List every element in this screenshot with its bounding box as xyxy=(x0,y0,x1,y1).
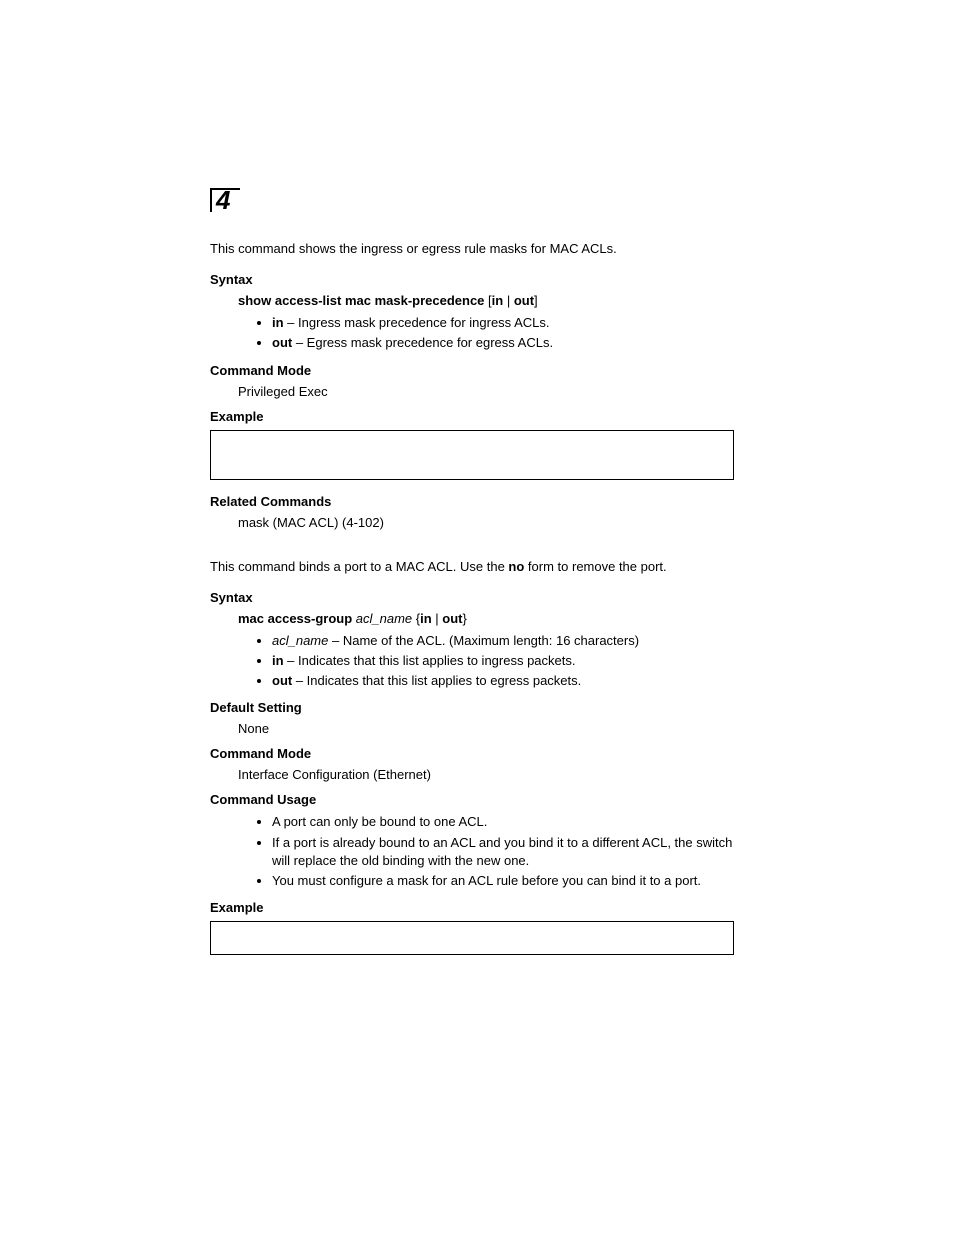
syntax-line: show access-list mac mask-precedence [in… xyxy=(238,293,734,308)
command1-description: This command shows the ingress or egress… xyxy=(210,240,734,258)
related-commands-value: mask (MAC ACL) (4-102) xyxy=(238,515,734,530)
syntax-heading: Syntax xyxy=(210,590,734,605)
list-item: A port can only be bound to one ACL. xyxy=(272,813,734,831)
list-item: out – Egress mask precedence for egress … xyxy=(272,334,734,352)
command-mode-heading: Command Mode xyxy=(210,746,734,761)
default-setting-heading: Default Setting xyxy=(210,700,734,715)
example-box xyxy=(210,430,734,480)
related-commands-heading: Related Commands xyxy=(210,494,734,509)
command-mode-heading: Command Mode xyxy=(210,363,734,378)
command-usage-heading: Command Usage xyxy=(210,792,734,807)
syntax-bullets: acl_name – Name of the ACL. (Maximum len… xyxy=(210,632,734,691)
list-item: If a port is already bound to an ACL and… xyxy=(272,834,734,870)
syntax-bullets: in – Ingress mask precedence for ingress… xyxy=(210,314,734,352)
example-heading: Example xyxy=(210,409,734,424)
list-item: in – Ingress mask precedence for ingress… xyxy=(272,314,734,332)
syntax-line: mac access-group acl_name {in | out} xyxy=(238,611,734,626)
example-heading: Example xyxy=(210,900,734,915)
list-item: acl_name – Name of the ACL. (Maximum len… xyxy=(272,632,734,650)
usage-bullets: A port can only be bound to one ACL. If … xyxy=(210,813,734,890)
syntax-heading: Syntax xyxy=(210,272,734,287)
default-setting-value: None xyxy=(238,721,734,736)
command-mode-value: Interface Configuration (Ethernet) xyxy=(238,767,734,782)
example-box xyxy=(210,921,734,955)
command-mode-value: Privileged Exec xyxy=(238,384,734,399)
list-item: in – Indicates that this list applies to… xyxy=(272,652,734,670)
list-item: You must configure a mask for an ACL rul… xyxy=(272,872,734,890)
command2-description: This command binds a port to a MAC ACL. … xyxy=(210,558,734,576)
list-item: out – Indicates that this list applies t… xyxy=(272,672,734,690)
